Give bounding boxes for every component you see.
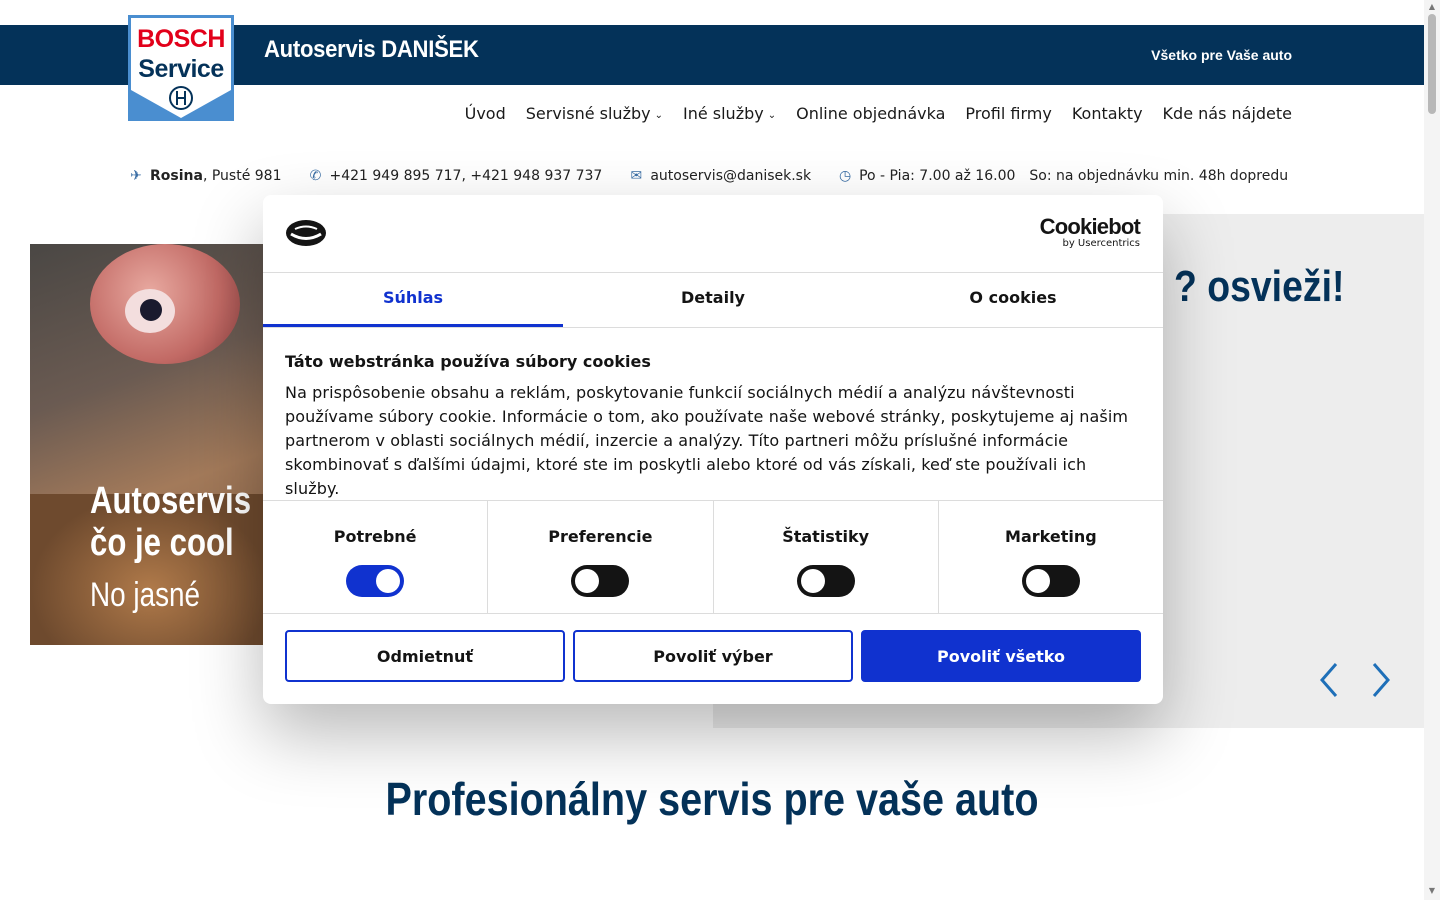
chevron-down-icon: ⌄: [767, 109, 777, 121]
category-marketing: Marketing: [939, 501, 1163, 613]
category-label: Preferencie: [548, 527, 653, 546]
cookie-categories: Potrebné Preferencie Štatistiky Marketin…: [263, 500, 1163, 614]
promo-line-2: čo je cool: [90, 522, 234, 564]
slider-next-button[interactable]: [1366, 660, 1396, 700]
main-nav: Úvod Servisné služby ⌄ Iné služby ⌄ Online…: [455, 104, 1302, 123]
contact-saturday: So: na objednávku min. 48h dopredu: [1029, 168, 1288, 184]
reject-button[interactable]: Odmietnuť: [285, 630, 565, 682]
category-statistiky: Štatistiky: [714, 501, 939, 613]
site-title[interactable]: Autoservis DANIŠEK: [264, 36, 479, 64]
cookie-consent-dialog: Cookiebot by Usercentrics Súhlas Detaily…: [263, 195, 1163, 704]
slider-prev-button[interactable]: [1314, 660, 1344, 700]
section-title: Profesionálny servis pre vaše auto: [385, 773, 1039, 825]
toggle-potrebne[interactable]: [346, 565, 405, 597]
nav-label: Profil firmy: [965, 104, 1052, 123]
email-text: autoservis@danisek.sk: [650, 168, 812, 184]
contact-location: ✈ Rosina, Pusté 981: [128, 168, 282, 184]
cookie-description: Na prispôsobenie obsahu a reklám, poskyt…: [285, 383, 1129, 498]
tab-detaily[interactable]: Detaily: [563, 273, 863, 327]
phone-icon: ✆: [309, 168, 322, 184]
toggle-preferencie[interactable]: [571, 565, 630, 597]
scroll-up-icon[interactable]: ▲: [1428, 2, 1436, 11]
toggle-marketing[interactable]: [1021, 565, 1080, 597]
location-street: , Pusté 981: [202, 168, 282, 184]
tab-o-cookies[interactable]: O cookies: [863, 273, 1163, 327]
saturday-text: So: na objednávku min. 48h dopredu: [1029, 168, 1289, 184]
location-text: Rosina, Pusté 981: [150, 168, 282, 184]
allow-all-button[interactable]: Povoliť všetko: [861, 630, 1141, 682]
chevron-left-icon: [1320, 663, 1338, 697]
nav-item-servisne-sluzby[interactable]: Servisné služby ⌄: [516, 104, 673, 123]
category-label: Marketing: [1005, 527, 1097, 546]
scroll-down-icon[interactable]: ▼: [1428, 886, 1436, 895]
contact-email[interactable]: ✉ autoservis@danisek.sk: [628, 168, 811, 184]
cookiebot-subtitle: by Usercentrics: [1062, 238, 1140, 249]
tab-suhlas[interactable]: Súhlas: [263, 273, 563, 327]
nav-item-kde-nas-najdete[interactable]: Kde nás nájdete: [1153, 104, 1302, 123]
clock-icon: ◷: [838, 168, 852, 184]
category-label: Potrebné: [333, 527, 417, 546]
cookie-title: Táto webstránka používa súbory cookies: [285, 352, 651, 371]
contact-bar: ✈ Rosina, Pusté 981 ✆ +421 949 895 717, …: [128, 168, 1314, 184]
phone-text: +421 949 895 717, +421 948 937 737: [329, 168, 603, 184]
nav-item-kontakty[interactable]: Kontakty: [1062, 104, 1153, 123]
airbag-pupil: [140, 299, 162, 321]
nav-item-profil-firmy[interactable]: Profil firmy: [955, 104, 1061, 123]
chevron-down-icon: ⌄: [654, 109, 663, 121]
toggle-knob: [575, 569, 600, 593]
scroll-thumb[interactable]: [1428, 14, 1436, 114]
cookie-shield-logo-icon: [286, 220, 326, 246]
toggle-statistiky[interactable]: [796, 565, 855, 597]
allow-selection-button[interactable]: Povoliť výber: [573, 630, 853, 682]
location-city: Rosina: [150, 168, 203, 184]
cookiebot-name: Cookiebot: [1039, 214, 1141, 239]
category-preferencie: Preferencie: [488, 501, 714, 613]
cookie-actions: Odmietnuť Povoliť výber Povoliť všetko: [285, 630, 1141, 682]
map-marker-icon: ✈: [130, 168, 142, 184]
promo-line-1: Autoservis: [90, 480, 252, 522]
category-potrebne: Potrebné: [263, 501, 489, 613]
contact-phone[interactable]: ✆ +421 949 895 717, +421 948 937 737: [308, 168, 603, 184]
nav-label: Online objednávka: [796, 104, 946, 123]
hours-text: Po - Pia: 7.00 až 16.00: [859, 168, 1016, 184]
cookiebot-brand[interactable]: Cookiebot by Usercentrics: [1039, 214, 1141, 249]
nav-label: Kde nás nájdete: [1162, 104, 1292, 123]
hero-promo-image[interactable]: Autoservis čo je cool No jasné: [30, 244, 270, 645]
nav-item-ine-sluzby[interactable]: Iné služby ⌄: [673, 104, 786, 123]
envelope-icon: ✉: [630, 168, 643, 184]
bosch-service-logo[interactable]: BOSCH Service: [128, 15, 234, 121]
cookie-tabs: Súhlas Detaily O cookies: [263, 272, 1163, 328]
toggle-knob: [1025, 569, 1050, 593]
hero-headline: ? osvieži!: [1174, 262, 1345, 311]
nav-label: Úvod: [464, 104, 506, 123]
promo-line-3: No jasné: [90, 576, 201, 614]
nav-label: Iné služby: [682, 104, 764, 123]
tagline-link[interactable]: Všetko pre Vaše auto: [1151, 47, 1292, 63]
toggle-knob: [800, 569, 825, 593]
bosch-armature-icon: [169, 86, 193, 110]
logo-text-bosch: BOSCH: [137, 25, 225, 53]
nav-label: Kontakty: [1071, 104, 1143, 123]
chevron-right-icon: [1372, 663, 1390, 697]
toggle-knob: [376, 569, 401, 593]
nav-item-online-objednavka[interactable]: Online objednávka: [786, 104, 955, 123]
logo-text-service: Service: [138, 55, 224, 83]
nav-item-uvod[interactable]: Úvod: [455, 104, 516, 123]
category-label: Štatistiky: [782, 527, 870, 546]
contact-hours: ◷ Po - Pia: 7.00 až 16.00: [837, 168, 1015, 184]
page-scrollbar[interactable]: ▲ ▼: [1424, 0, 1440, 900]
nav-label: Servisné služby: [525, 104, 651, 123]
